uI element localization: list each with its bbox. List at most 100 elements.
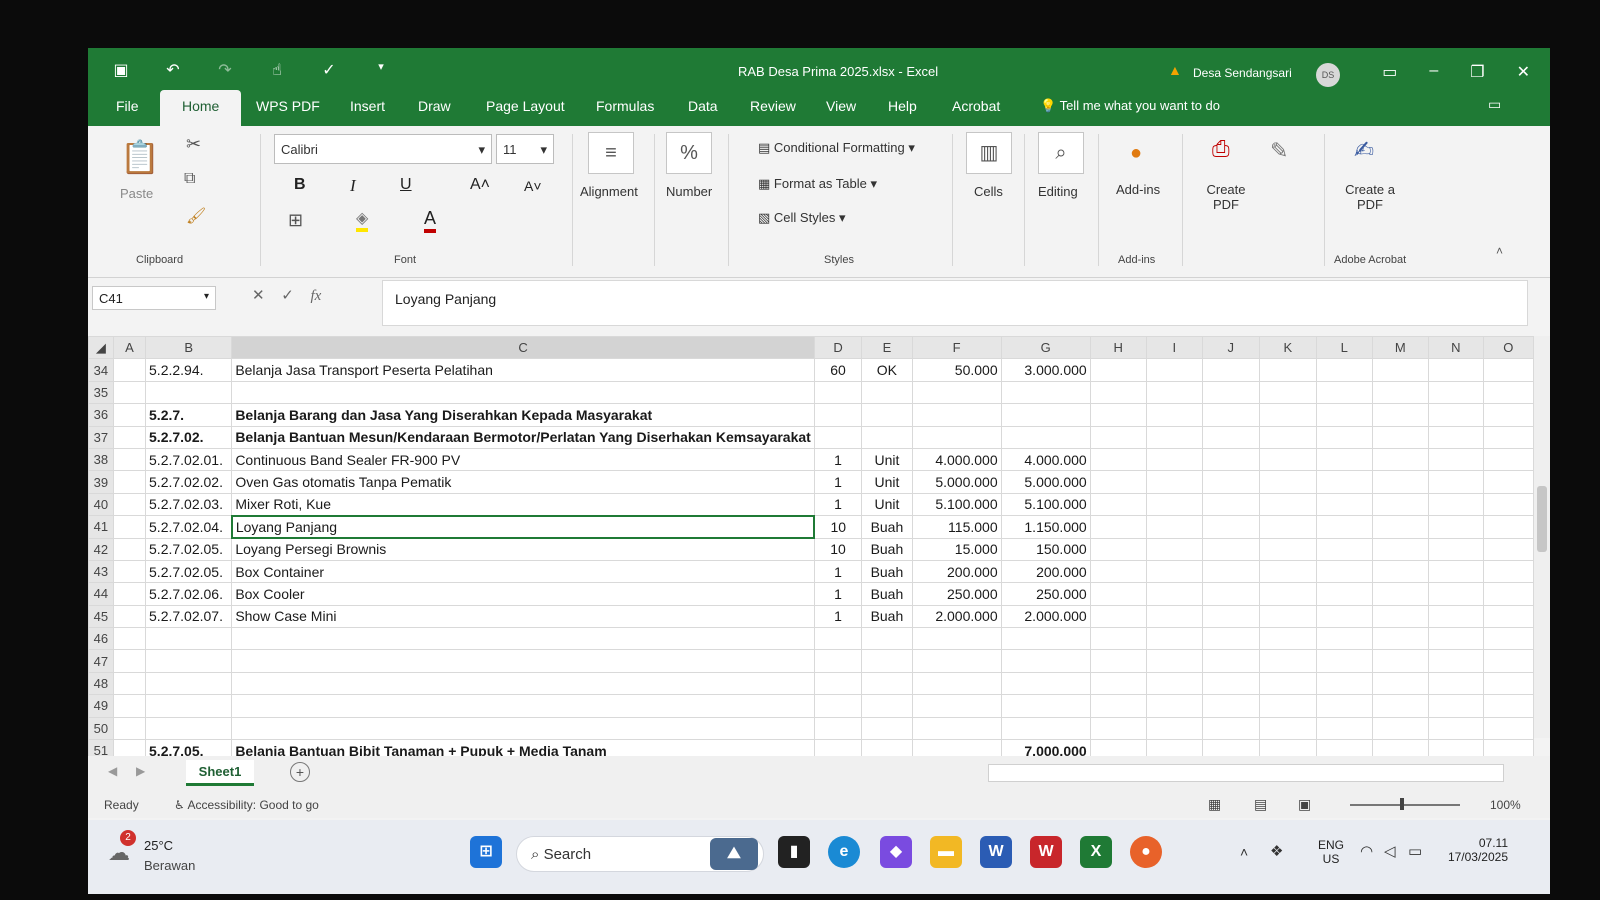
cell-empty[interactable] — [1316, 447, 1373, 472]
cell-empty[interactable] — [1258, 380, 1318, 405]
wifi-icon[interactable]: ◠ — [1360, 842, 1373, 860]
cell-empty[interactable] — [1482, 716, 1534, 741]
cell-g[interactable]: 2.000.000 — [1000, 604, 1091, 629]
cell-empty[interactable] — [1316, 739, 1373, 756]
wps-icon[interactable]: W — [1030, 836, 1062, 868]
cell-g[interactable]: 3.000.000 — [1000, 358, 1091, 382]
cell-e[interactable] — [861, 403, 913, 427]
cell-empty[interactable] — [1258, 470, 1318, 494]
column-header[interactable]: K — [1258, 336, 1318, 360]
column-header[interactable]: G — [1000, 336, 1091, 360]
cell-g[interactable]: 5.100.000 — [1000, 492, 1091, 517]
cell-c[interactable] — [231, 694, 815, 718]
cell-g[interactable] — [1000, 627, 1091, 651]
row-header[interactable]: 39 — [88, 470, 114, 494]
cell-empty[interactable] — [1371, 380, 1429, 405]
comments-icon[interactable]: ▭ — [1488, 96, 1501, 113]
cell-empty[interactable] — [1371, 739, 1429, 756]
cell-empty[interactable] — [1371, 358, 1429, 382]
cell-empty[interactable] — [1482, 425, 1534, 449]
cell-g[interactable]: 5.000.000 — [1000, 470, 1091, 494]
cell-g[interactable]: 4.000.000 — [1000, 447, 1091, 472]
cell-empty[interactable] — [1145, 582, 1203, 606]
cell-empty[interactable] — [1145, 492, 1203, 517]
cell-d[interactable]: 10 — [813, 537, 863, 561]
cell-empty[interactable] — [1482, 671, 1534, 696]
cell-empty[interactable] — [1201, 627, 1260, 651]
italic-icon[interactable]: I — [350, 176, 356, 196]
percent-icon[interactable]: % — [666, 132, 712, 174]
cell-empty[interactable] — [1201, 582, 1260, 606]
cell-empty[interactable] — [1482, 627, 1534, 651]
cell-b[interactable]: 5.2.7.02.07. — [145, 604, 233, 629]
tab-draw[interactable]: Draw — [418, 98, 451, 114]
cell-empty[interactable] — [1371, 582, 1429, 606]
chevron-up-icon[interactable]: ˄ — [1240, 844, 1248, 860]
conditional-formatting-button[interactable]: ▤ Conditional Formatting ▾ — [758, 140, 915, 156]
cell-a[interactable] — [112, 604, 147, 629]
cell-f[interactable] — [911, 671, 1002, 696]
user-name[interactable]: Desa Sendangsari — [1193, 66, 1292, 80]
cell-empty[interactable] — [1145, 537, 1203, 561]
tell-me-search[interactable]: 💡 Tell me what you want to do — [1040, 98, 1220, 114]
cell-empty[interactable] — [1371, 559, 1429, 584]
cell-b[interactable]: 5.2.7.02.06. — [145, 582, 233, 606]
cell-empty[interactable] — [1427, 358, 1484, 382]
cell-empty[interactable] — [1316, 403, 1373, 427]
cell-empty[interactable] — [1089, 739, 1147, 756]
cell-e[interactable] — [861, 694, 913, 718]
cell-empty[interactable] — [1482, 380, 1534, 405]
cell-empty[interactable] — [1482, 358, 1534, 382]
row-header[interactable]: 37 — [88, 425, 114, 449]
cell-b[interactable]: 5.2.7. — [145, 403, 233, 427]
cell-empty[interactable] — [1201, 649, 1260, 673]
column-header[interactable]: E — [861, 336, 913, 360]
format-as-table-button[interactable]: ▦ Format as Table ▾ — [758, 176, 877, 192]
clock[interactable]: 07.11 17/03/2025 — [1442, 836, 1508, 864]
cell-f[interactable]: 15.000 — [911, 537, 1002, 561]
font-name-select[interactable]: Calibri ▾ — [274, 134, 492, 164]
cell-empty[interactable] — [1089, 582, 1147, 606]
font-size-select[interactable]: 11 ▾ — [496, 134, 554, 164]
cell-empty[interactable] — [1145, 694, 1203, 718]
cell-empty[interactable] — [1371, 671, 1429, 696]
font-color-icon[interactable]: A — [424, 208, 437, 233]
cell-empty[interactable] — [1371, 403, 1429, 427]
row-header[interactable]: 35 — [88, 380, 114, 405]
row-header[interactable]: 50 — [88, 716, 114, 741]
cell-b[interactable] — [145, 380, 233, 405]
cell-e[interactable]: Buah — [861, 537, 913, 561]
task-view-icon[interactable]: ▮ — [778, 836, 810, 868]
format-painter-icon[interactable]: 🖌 — [186, 206, 206, 226]
row-header[interactable]: 38 — [88, 447, 114, 472]
name-box[interactable]: C41 ▾ — [92, 286, 216, 310]
column-header[interactable]: A — [112, 336, 147, 360]
cell-a[interactable] — [112, 380, 147, 405]
normal-view-icon[interactable]: ▦ — [1208, 796, 1221, 813]
cell-empty[interactable] — [1201, 447, 1260, 472]
cell-empty[interactable] — [1427, 425, 1484, 449]
cell-d[interactable]: 1 — [813, 470, 863, 494]
windows-start-icon[interactable]: ⊞ — [470, 836, 502, 868]
page-break-icon[interactable]: ▣ — [1298, 796, 1311, 813]
cell-empty[interactable] — [1089, 649, 1147, 673]
cell-empty[interactable] — [1482, 403, 1534, 427]
cell-empty[interactable] — [1089, 627, 1147, 651]
cell-d[interactable]: 60 — [813, 358, 863, 382]
spelling-icon[interactable]: ✓ — [318, 60, 340, 80]
cell-d[interactable] — [813, 627, 863, 651]
cell-d[interactable] — [813, 649, 863, 673]
cell-empty[interactable] — [1145, 627, 1203, 651]
cell-a[interactable] — [112, 671, 147, 696]
cell-d[interactable] — [813, 425, 863, 449]
cell-empty[interactable] — [1089, 537, 1147, 561]
column-header[interactable]: C — [231, 336, 815, 360]
cell-empty[interactable] — [1316, 515, 1373, 539]
cell-b[interactable]: 5.2.7.02.05. — [145, 537, 233, 561]
row-header[interactable]: 41 — [88, 515, 114, 539]
cell-d[interactable] — [813, 671, 863, 696]
cell-a[interactable] — [112, 537, 147, 561]
insert-function-icon[interactable]: fx — [311, 288, 322, 304]
column-header[interactable]: B — [145, 336, 233, 360]
number-button[interactable]: Number — [666, 184, 712, 199]
